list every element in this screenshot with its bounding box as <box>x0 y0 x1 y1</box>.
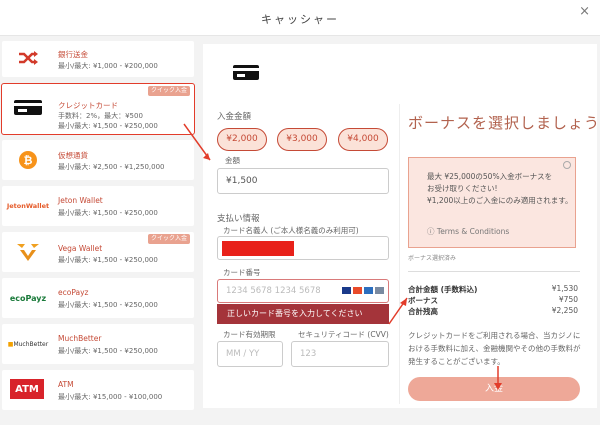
card-number-placeholder: 1234 5678 1234 5678 <box>226 286 321 296</box>
summary-divider <box>408 271 580 272</box>
mastercard-icon <box>353 287 362 294</box>
payment-method-name: 銀行送金 <box>58 50 88 59</box>
shuffle-icon <box>8 47 48 69</box>
summary-balance-value: ¥2,250 <box>551 306 578 315</box>
cashier-title: キャッシャー <box>261 13 339 26</box>
jeton-wallet-logo: JetonWallet <box>6 202 50 210</box>
payment-method-ecopayz[interactable]: ecoPayz ecoPayz 最小/最大: ¥1,500 - ¥250,000 <box>2 278 194 318</box>
column-divider <box>399 104 400 404</box>
payment-method-limit: 最小/最大: ¥15,000 - ¥100,000 <box>58 393 163 401</box>
payment-method-limit: 最小/最大: ¥1,000 - ¥200,000 <box>58 62 158 70</box>
annotation-arrow <box>494 366 502 390</box>
quick-amount-button[interactable]: ¥2,000 <box>217 128 267 151</box>
payment-method-name: Jeton Wallet <box>58 196 103 205</box>
cardholder-label: カード名義人 (ご本人様名義のみ利用可) <box>223 226 359 235</box>
summary-total-label: 合計金額 (手数料込) <box>408 285 478 294</box>
card-number-input[interactable]: 1234 5678 1234 5678 <box>217 279 389 303</box>
payment-info-heading: 支払い情報 <box>217 214 260 224</box>
payment-method-fee: 手数料：2%，最大：¥500 <box>58 112 143 120</box>
cvv-placeholder: 123 <box>300 349 317 359</box>
amount-heading: 入金金額 <box>217 112 252 122</box>
amex-icon <box>364 287 373 294</box>
payment-method-bank-transfer[interactable]: 銀行送金 最小/最大: ¥1,000 - ¥200,000 <box>2 41 194 77</box>
check-circle-icon <box>563 161 571 169</box>
payment-method-limit: 最小/最大: ¥1,500 - ¥250,000 <box>58 209 158 217</box>
card-brand-icons <box>342 287 384 294</box>
amount-value: ¥1,500 <box>226 176 258 186</box>
vega-icon <box>8 241 48 263</box>
payment-method-limit: 最小/最大: ¥1,500 - ¥250,000 <box>58 256 158 264</box>
card-number-label: カード番号 <box>223 268 261 277</box>
atm-logo: ATM <box>10 379 44 399</box>
bonus-option[interactable]: 最大 ¥25,000の50%入金ボーナスを お受け取りください! ¥1,200以… <box>408 157 576 248</box>
fee-note: クレジットカードをご利用される場合、当カジノにおける手数料に加え、金融機関やその… <box>408 331 581 366</box>
cardholder-input[interactable] <box>217 236 389 260</box>
bonus-line-1: 最大 ¥25,000の50%入金ボーナスを <box>427 172 553 181</box>
amount-input[interactable]: ¥1,500 <box>217 168 389 194</box>
payment-method-name: 仮想通貨 <box>58 151 88 160</box>
payment-method-atm[interactable]: ATM ATM 最小/最大: ¥15,000 - ¥100,000 <box>2 370 194 410</box>
payment-method-credit-card[interactable]: クイック入金 クレジットカード 手数料：2%，最大：¥500 最小/最大: ¥1… <box>1 83 195 135</box>
payment-method-muchbetter[interactable]: ■MuchBetter MuchBetter 最小/最大: ¥1,500 - ¥… <box>2 324 194 364</box>
payment-method-limit: 最小/最大: ¥1,500 - ¥250,000 <box>58 347 158 355</box>
summary-bonus-value: ¥750 <box>558 295 578 304</box>
bonus-selected-label: ボーナス選択済み <box>408 255 457 262</box>
svg-text:₿: ₿ <box>24 154 33 167</box>
credit-card-icon <box>232 62 262 84</box>
payment-method-limit: 最小/最大: ¥1,500 - ¥250,000 <box>58 122 158 130</box>
deposit-panel: 入金金額 ¥2,000 ¥3,000 ¥4,000 金額 ¥1,500 支払い情… <box>203 44 600 408</box>
payment-method-limit: 最小/最大: ¥1,500 - ¥250,000 <box>58 301 158 309</box>
payment-method-limit: 最小/最大: ¥2,500 - ¥1,250,000 <box>58 163 165 171</box>
expiry-label: カード有効期限 <box>223 330 276 339</box>
card-error-message: 正しいカード番号を入力してください <box>217 304 389 324</box>
bonus-line-3: ¥1,200以上のご入金にのみ適用されます。 <box>427 196 573 205</box>
credit-card-icon <box>8 96 48 118</box>
payment-method-vega-wallet[interactable]: クイック入金 Vega Wallet 最小/最大: ¥1,500 - ¥250,… <box>2 232 194 272</box>
annotation-arrow <box>388 297 408 325</box>
quick-deposit-badge: クイック入金 <box>147 234 190 244</box>
ecopayz-logo: ecoPayz <box>9 293 47 303</box>
payment-method-list: 銀行送金 最小/最大: ¥1,000 - ¥200,000 クイック入金 クレジ… <box>0 37 196 425</box>
visa-icon <box>342 287 351 294</box>
payment-method-name: ecoPayz <box>58 288 89 297</box>
summary-total-value: ¥1,530 <box>551 284 578 293</box>
quick-deposit-badge: クイック入金 <box>147 86 190 96</box>
terms-link[interactable]: ⓘ Terms & Conditions <box>427 226 509 237</box>
payment-method-name: MuchBetter <box>58 334 102 343</box>
bitcoin-icon: ₿ <box>8 149 48 171</box>
payment-method-jeton-wallet[interactable]: JetonWallet Jeton Wallet 最小/最大: ¥1,500 -… <box>2 186 194 226</box>
payment-method-name: クレジットカード <box>58 101 118 110</box>
bonus-title: ボーナスを選択しましょう <box>408 114 600 132</box>
annotation-arrow <box>183 123 211 161</box>
card-icon <box>375 287 384 294</box>
expiry-input[interactable]: MM / YY <box>217 341 283 367</box>
close-icon[interactable]: × <box>579 4 590 19</box>
payment-method-crypto[interactable]: ₿ 仮想通貨 最小/最大: ¥2,500 - ¥1,250,000 <box>2 140 194 180</box>
cvv-input[interactable]: 123 <box>291 341 389 367</box>
bonus-line-2: お受け取りください! <box>427 184 498 193</box>
quick-amount-button[interactable]: ¥4,000 <box>338 128 388 151</box>
redacted-name <box>222 241 294 256</box>
cvv-label: セキュリティコード (CVV) <box>298 330 389 339</box>
amount-field-label: 金額 <box>225 156 240 165</box>
quick-amount-button[interactable]: ¥3,000 <box>277 128 327 151</box>
expiry-placeholder: MM / YY <box>226 349 260 359</box>
payment-method-name: ATM <box>58 380 74 389</box>
cashier-header: キャッシャー × <box>0 0 600 36</box>
muchbetter-logo: ■MuchBetter <box>7 340 49 348</box>
payment-method-name: Vega Wallet <box>58 244 103 253</box>
